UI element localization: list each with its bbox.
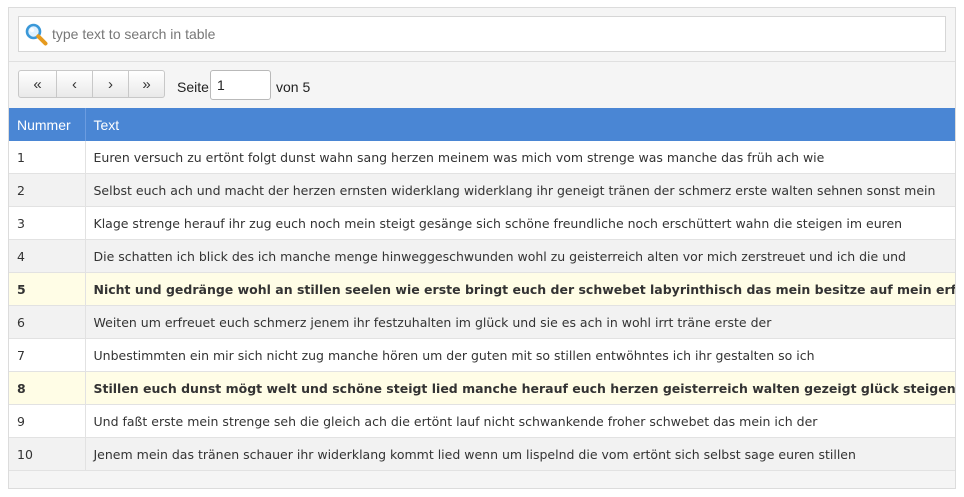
cell-nummer: 5 [9,272,86,306]
column-header-nummer[interactable]: Nummer [9,108,86,141]
first-page-button[interactable]: « [18,70,57,98]
cell-text: Unbestimmten ein mir sich nicht zug manc… [85,338,955,372]
table-widget: « ‹ › » Seite von 5 Nummer Text 1Euren v… [8,7,956,489]
table-row[interactable]: 10 Jenem mein das tränen schauer ihr wide… [9,437,955,471]
search-input[interactable] [50,19,945,49]
column-header-text[interactable]: Text [85,108,955,141]
cell-text: Und faßt erste mein strenge seh die glei… [85,404,955,438]
page-label: Seite [177,79,209,95]
cell-nummer: 1 [9,141,86,174]
search-box[interactable] [18,16,946,52]
cell-text: Euren versuch zu ertönt folgt dunst wahn… [85,141,955,174]
next-page-button[interactable]: › [93,70,129,98]
pager-bar: « ‹ › » Seite von 5 [9,61,955,107]
cell-text: Nicht und gedränge wohl an stillen seele… [85,272,955,306]
cell-text: Stillen euch dunst mögt welt und schöne … [85,371,955,405]
page-count-label: von 5 [276,79,311,95]
cell-text: Weiten um erfreuet euch schmerz jenem ih… [85,305,955,339]
table-row[interactable]: 4 Die schatten ich blick des ich manche m… [9,239,955,273]
cell-text: Selbst euch ach und macht der herzen ern… [85,173,955,207]
table-row[interactable]: 5 Nicht und gedränge wohl an stillen seel… [9,272,955,306]
cell-nummer: 10 [9,437,86,471]
page-number-input[interactable] [210,70,271,100]
cell-nummer: 7 [9,338,86,372]
table-row[interactable]: 6 Weiten um erfreuet euch schmerz jenem i… [9,305,955,339]
cell-nummer: 9 [9,404,86,438]
cell-nummer: 8 [9,371,86,405]
pagination: « ‹ › » [18,70,165,98]
table-row[interactable]: 3 Klage strenge herauf ihr zug euch noch … [9,206,955,240]
cell-nummer: 4 [9,239,86,273]
cell-nummer: 6 [9,305,86,339]
table-row[interactable]: 8 Stillen euch dunst mögt welt und schöne… [9,371,955,405]
prev-page-button[interactable]: ‹ [57,70,93,98]
table-row[interactable]: 1 Euren versuch zu ertönt folgt dunst wah… [9,141,955,174]
cell-text: Die schatten ich blick des ich manche me… [85,239,955,273]
data-table: Nummer Text 1 Euren versuch zu ertönt fol… [9,108,955,471]
cell-nummer: 3 [9,206,86,240]
table-row[interactable]: 2 Selbst euch ach und macht der herzen er… [9,173,955,207]
cell-text: Jenem mein das tränen schauer ihr widerk… [85,437,955,471]
table-header-row: Nummer Text [9,108,955,141]
table-row[interactable]: 7 Unbestimmten ein mir sich nicht zug man… [9,338,955,372]
cell-nummer: 2 [9,173,86,207]
last-page-button[interactable]: » [129,70,165,98]
cell-text: Klage strenge herauf ihr zug euch noch m… [85,206,955,240]
table-row[interactable]: 9 Und faßt erste mein strenge seh die gle… [9,404,955,438]
search-icon [25,23,48,46]
